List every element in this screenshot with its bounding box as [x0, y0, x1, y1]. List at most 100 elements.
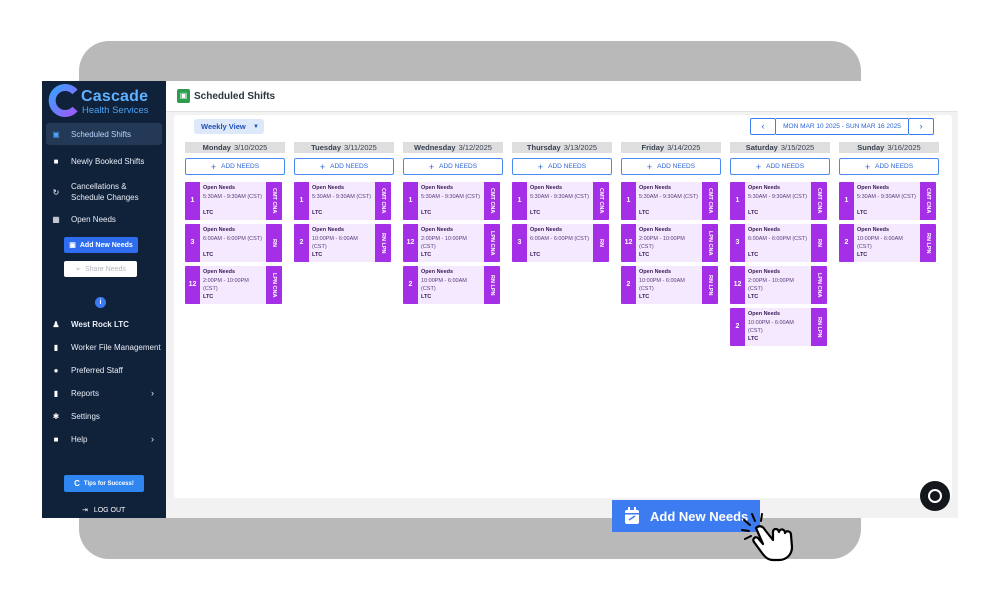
- sidebar-item-label: Newly Booked Shifts: [71, 156, 145, 166]
- shift-count: 1: [185, 182, 200, 220]
- callout-label: Add New Needs: [650, 508, 749, 524]
- shift-card[interactable]: 3 Open Needs 6:00AM - 6:00PM (CST) LTC RN: [730, 224, 827, 262]
- sidebar-item-help[interactable]: ■ Help ›: [46, 428, 162, 450]
- shift-card[interactable]: 12 Open Needs 2:00PM - 10:00PM (CST) LTC LPN…: [185, 266, 282, 304]
- shift-card[interactable]: 2 Open Needs 10:00PM - 6:00AM (CST) LTC RN L…: [403, 266, 500, 304]
- chat-button[interactable]: [920, 481, 950, 511]
- shift-card[interactable]: 2 Open Needs 10:00PM - 6:00AM (CST) LTC RN L…: [730, 308, 827, 346]
- add-needs-button[interactable]: + ADD NEEDS: [294, 158, 394, 175]
- shift-time: 5:30AM - 9:30AM (CST): [203, 194, 262, 200]
- shift-role-tag: RN LPN: [811, 308, 827, 346]
- logout-button[interactable]: ⇥ LOG OUT: [82, 506, 125, 514]
- shift-card[interactable]: 1 Open Needs 5:30AM - 9:30AM (CST) LTC CMT C…: [294, 182, 391, 220]
- tips-for-success-button[interactable]: C Tips for Success!: [64, 475, 144, 492]
- shift-count: 1: [621, 182, 636, 220]
- day-header: Monday 3/10/2025: [185, 142, 285, 153]
- share-needs-button[interactable]: ➢ Share Needs: [64, 261, 137, 277]
- sidebar-item-worker-file[interactable]: ▮ Worker File Management: [46, 336, 162, 358]
- shift-time: 6:00AM - 6:00PM (CST): [530, 236, 589, 242]
- add-needs-button[interactable]: + ADD NEEDS: [621, 158, 721, 175]
- shift-card[interactable]: 2 Open Needs 10:00PM - 6:00AM (CST) LTC RN L…: [621, 266, 718, 304]
- shift-count: 2: [403, 266, 418, 304]
- add-needs-button[interactable]: + ADD NEEDS: [512, 158, 612, 175]
- sidebar-item-newly-booked[interactable]: ■ Newly Booked Shifts: [46, 150, 162, 172]
- shift-card[interactable]: 1 Open Needs 5:30AM - 9:30AM (CST) LTC CMT C…: [730, 182, 827, 220]
- add-needs-button[interactable]: + ADD NEEDS: [839, 158, 939, 175]
- shift-count: 2: [621, 266, 636, 304]
- shift-count: 1: [839, 182, 854, 220]
- sidebar-item-open-needs[interactable]: ▦ Open Needs: [46, 208, 162, 230]
- add-needs-label: ADD NEEDS: [657, 163, 696, 170]
- day-name: Thursday: [526, 143, 561, 152]
- logo-c-icon: [48, 84, 78, 117]
- day-name: Saturday: [745, 143, 778, 152]
- shift-role-tag: RN: [266, 224, 282, 262]
- day-column: Sunday 3/16/2025 + ADD NEEDS 1 Open Needs 5:30…: [839, 142, 939, 262]
- shift-role-tag: CMT CNA: [811, 182, 827, 220]
- sidebar: Cascade Health Services ▣ Scheduled Shif…: [42, 81, 166, 518]
- shift-time: 5:30AM - 9:30AM (CST): [748, 194, 807, 200]
- logo: Cascade Health Services: [48, 84, 160, 117]
- shift-time: 2:00PM - 10:00PM (CST): [748, 278, 794, 292]
- sidebar-item-reports[interactable]: ▮ Reports ›: [46, 382, 162, 404]
- shift-time: 2:00PM - 10:00PM (CST): [639, 236, 685, 250]
- shift-card[interactable]: 1 Open Needs 5:30AM - 9:30AM (CST) LTC CMT C…: [512, 182, 609, 220]
- shift-title: Open Needs: [748, 269, 781, 275]
- shift-card[interactable]: 1 Open Needs 5:30AM - 9:30AM (CST) LTC CMT C…: [185, 182, 282, 220]
- shift-time: 10:00PM - 6:00AM (CST): [421, 278, 467, 292]
- shift-title: Open Needs: [748, 227, 781, 233]
- shift-count: 12: [621, 224, 636, 262]
- shift-time: 10:00PM - 6:00AM (CST): [857, 236, 903, 250]
- add-needs-button[interactable]: + ADD NEEDS: [730, 158, 830, 175]
- shift-location: LTC: [312, 252, 323, 258]
- sidebar-item-cancellations[interactable]: ↻ Cancellations & Schedule Changes: [46, 180, 162, 204]
- schedule-panel: Weekly View ▼ ‹ MON MAR 10 2025 - SUN MA…: [174, 115, 952, 498]
- add-new-needs-button[interactable]: ▣ Add New Needs: [64, 237, 138, 253]
- shift-card[interactable]: 2 Open Needs 10:00PM - 6:00AM (CST) LTC RN L…: [839, 224, 936, 262]
- shift-card[interactable]: 3 Open Needs 6:00AM - 6:00PM (CST) LTC RN: [185, 224, 282, 262]
- shift-role-tag: RN LPN: [484, 266, 500, 304]
- shift-title: Open Needs: [312, 227, 345, 233]
- shift-card[interactable]: 1 Open Needs 5:30AM - 9:30AM (CST) LTC CMT C…: [839, 182, 936, 220]
- shift-count: 1: [294, 182, 309, 220]
- shift-card[interactable]: 2 Open Needs 10:00PM - 6:00AM (CST) LTC RN L…: [294, 224, 391, 262]
- shift-card[interactable]: 1 Open Needs 5:30AM - 9:30AM (CST) LTC CMT C…: [621, 182, 718, 220]
- shift-card[interactable]: 1 Open Needs 5:30AM - 9:30AM (CST) LTC CMT C…: [403, 182, 500, 220]
- facility-name: West Rock LTC: [71, 319, 129, 329]
- sidebar-item-settings[interactable]: ✱ Settings: [46, 405, 162, 427]
- shift-role-tag: CMT CNA: [920, 182, 936, 220]
- sidebar-item-preferred-staff[interactable]: ● Preferred Staff: [46, 359, 162, 381]
- prev-week-button[interactable]: ‹: [750, 118, 776, 135]
- app-window: Cascade Health Services ▣ Scheduled Shif…: [42, 81, 958, 518]
- shift-location: LTC: [421, 210, 432, 216]
- shift-time: 6:00AM - 6:00PM (CST): [748, 236, 807, 242]
- shift-title: Open Needs: [421, 227, 454, 233]
- shift-title: Open Needs: [203, 269, 236, 275]
- plus-icon: +: [537, 161, 544, 172]
- next-week-button[interactable]: ›: [908, 118, 934, 135]
- shift-card[interactable]: 12 Open Needs 2:00PM - 10:00PM (CST) LTC LPN…: [730, 266, 827, 304]
- add-needs-label: ADD NEEDS: [221, 163, 260, 170]
- shift-count: 2: [730, 308, 745, 346]
- shift-role-tag: RN: [593, 224, 609, 262]
- info-icon[interactable]: i: [95, 297, 106, 308]
- add-new-needs-callout[interactable]: Add New Needs: [612, 500, 760, 532]
- shift-card[interactable]: 12 Open Needs 2:00PM - 10:00PM (CST) LTC LPN…: [621, 224, 718, 262]
- shift-card[interactable]: 3 Open Needs 6:00AM - 6:00PM (CST) LTC RN: [512, 224, 609, 262]
- week-range: MON MAR 10 2025 - SUN MAR 16 2025: [776, 118, 908, 135]
- shift-location: LTC: [748, 336, 759, 342]
- add-needs-button[interactable]: + ADD NEEDS: [185, 158, 285, 175]
- sidebar-item-scheduled-shifts[interactable]: ▣ Scheduled Shifts: [46, 123, 162, 145]
- sidebar-item-label: Help: [71, 434, 88, 444]
- shift-card[interactable]: 12 Open Needs 2:00PM - 10:00PM (CST) LTC LPN…: [403, 224, 500, 262]
- facility-label[interactable]: ♟ West Rock LTC: [46, 313, 162, 335]
- day-name: Sunday: [857, 143, 885, 152]
- shift-role-tag: RN LPN: [375, 224, 391, 262]
- shift-role-tag: CMT CNA: [375, 182, 391, 220]
- share-icon: ➢: [75, 266, 81, 273]
- sidebar-item-label: Preferred Staff: [71, 365, 123, 375]
- add-needs-button[interactable]: + ADD NEEDS: [403, 158, 503, 175]
- view-select[interactable]: Weekly View ▼: [194, 119, 264, 134]
- shift-title: Open Needs: [748, 311, 781, 317]
- gear-icon: ✱: [52, 411, 60, 421]
